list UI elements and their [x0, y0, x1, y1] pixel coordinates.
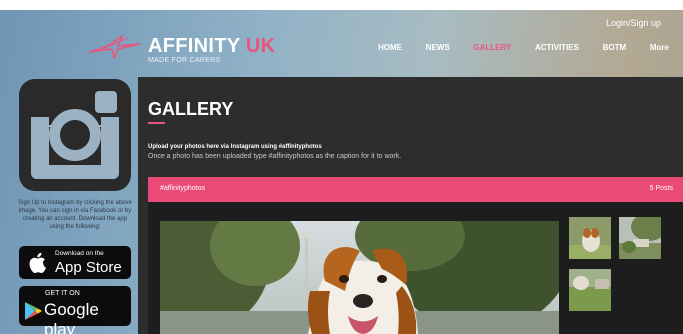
brand-name-suffix: UK: [245, 35, 276, 57]
app-store-button[interactable]: Download on the App Store: [19, 246, 131, 279]
login-signup-link[interactable]: Login/Sign up: [606, 18, 661, 28]
gallery-panel: GALLERY Upload your photos here via Inst…: [138, 77, 683, 334]
thumbnail-1-image: [569, 217, 611, 259]
page-title: GALLERY: [148, 99, 234, 119]
page-top-strip: [0, 0, 683, 10]
nav-item-more[interactable]: More: [650, 43, 669, 52]
upload-instructions: Upload your photos here via Instagram us…: [148, 144, 322, 150]
thumbnail-photo-1[interactable]: [569, 217, 611, 259]
brand-tagline: MADE FOR CARERS: [148, 57, 221, 64]
nav-item-news[interactable]: NEWS: [426, 43, 450, 52]
apple-icon: [29, 252, 46, 273]
google-play-icon: [25, 302, 42, 320]
brand-name-main: AFFINITY: [148, 35, 241, 57]
photo-feed: [148, 202, 683, 334]
nav-item-activities[interactable]: ACTIVITIES: [535, 43, 579, 52]
nav-item-home[interactable]: HOME: [378, 43, 402, 52]
app-store-big-text: App Store: [55, 259, 122, 276]
page: Login/Sign up AFFINITY UK MADE FOR CARER…: [0, 0, 683, 334]
caption-instructions: Once a photo has been uploaded type #aff…: [148, 153, 402, 160]
affinity-logo-icon[interactable]: [88, 30, 144, 60]
main-nav: HOME NEWS GALLERY ACTIVITIES BOTM More: [378, 43, 669, 52]
hashtag-label[interactable]: #affinityphotos: [160, 185, 205, 192]
instagram-signup-text: Sign Up to Instagram by clicking the abo…: [18, 200, 132, 230]
instagram-icon-lens: [49, 109, 101, 161]
instagram-icon-band-bottom: [31, 165, 119, 179]
brand-name[interactable]: AFFINITY UK: [148, 35, 275, 58]
google-play-button[interactable]: GET IT ON Google play: [19, 286, 131, 334]
instagram-icon-viewfinder: [95, 91, 117, 113]
nav-item-botm[interactable]: BOTM: [603, 43, 627, 52]
google-play-small-text: GET IT ON: [45, 290, 80, 297]
main-photo[interactable]: [160, 221, 559, 334]
title-underline: [148, 122, 165, 124]
thumbnail-3-image: [569, 269, 611, 311]
google-play-big-text: Google play: [44, 300, 99, 334]
nav-item-gallery[interactable]: GALLERY: [473, 43, 511, 52]
app-store-small-text: Download on the: [55, 250, 104, 257]
thumbnail-photo-2[interactable]: [619, 217, 661, 259]
hashtag-bar: #affinityphotos 5 Posts: [148, 177, 683, 202]
instagram-icon[interactable]: [19, 79, 131, 191]
dog-photo-image: [160, 221, 559, 334]
thumbnail-photo-3[interactable]: [569, 269, 611, 311]
thumbnail-2-image: [619, 217, 661, 259]
post-count: 5 Posts: [649, 185, 673, 192]
